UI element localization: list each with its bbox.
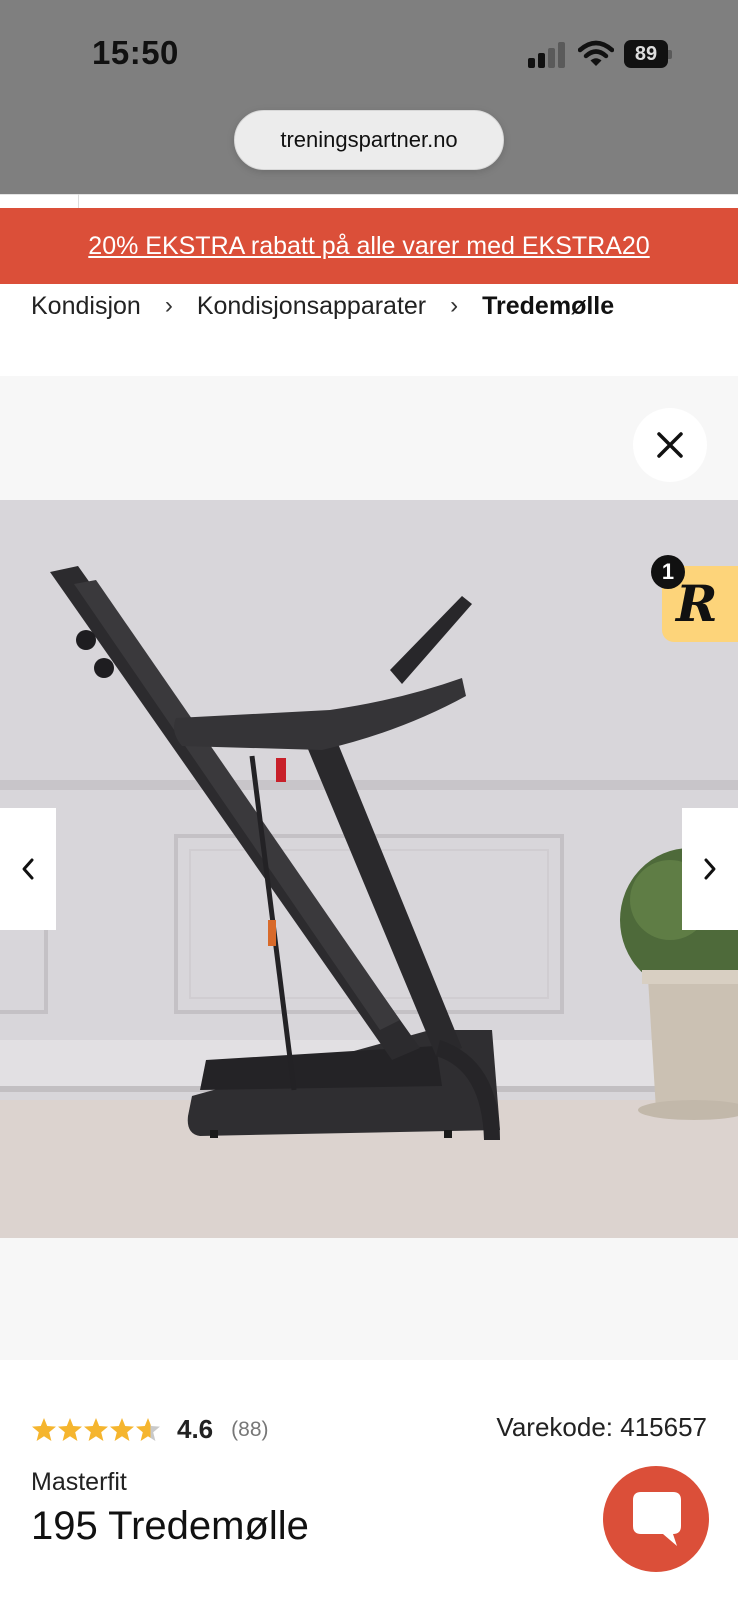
battery-level: 89 xyxy=(624,40,668,68)
chevron-right-icon xyxy=(704,858,716,880)
signal-icon xyxy=(528,42,566,68)
product-sku: Varekode: 415657 xyxy=(496,1412,707,1442)
breadcrumb: Kondisjon › Kondisjonsapparater › Tredem… xyxy=(31,286,614,326)
breadcrumb-separator: › xyxy=(164,292,173,319)
rewards-logo[interactable]: R xyxy=(676,574,718,633)
url-bar[interactable]: treningspartner.no xyxy=(234,110,504,170)
star-icon xyxy=(136,1417,160,1441)
close-icon xyxy=(657,432,683,458)
breadcrumb-current: Tredemølle xyxy=(482,291,615,320)
close-gallery-button[interactable] xyxy=(633,408,707,482)
breadcrumb-item-kondisjonsapparater[interactable]: Kondisjonsapparater xyxy=(197,292,426,321)
review-count[interactable]: (88) xyxy=(231,1418,268,1442)
header-strip xyxy=(0,194,738,208)
star-icon xyxy=(84,1417,108,1441)
star-icon xyxy=(110,1417,134,1441)
rating-stars xyxy=(31,1417,161,1443)
chat-icon xyxy=(633,1492,681,1546)
chat-button[interactable] xyxy=(603,1466,709,1572)
chevron-left-icon xyxy=(22,858,34,880)
product-rating[interactable]: 4.6 (88) xyxy=(31,1414,269,1445)
rewards-badge: 1 xyxy=(651,555,685,589)
product-title: 195 Tredemølle xyxy=(31,1504,309,1548)
star-icon xyxy=(32,1417,56,1441)
gallery-next-button[interactable] xyxy=(682,808,738,930)
gallery-prev-button[interactable] xyxy=(0,808,56,930)
rating-value: 4.6 xyxy=(177,1414,214,1444)
status-time: 15:50 xyxy=(92,34,179,71)
promo-banner[interactable]: 20% EKSTRA rabatt på alle varer med EKST… xyxy=(0,208,738,284)
breadcrumb-separator: › xyxy=(450,292,459,319)
product-image[interactable] xyxy=(0,500,738,1238)
breadcrumb-item-kondisjon[interactable]: Kondisjon xyxy=(31,292,141,321)
battery-icon: 89 xyxy=(624,40,672,68)
wifi-icon xyxy=(577,40,615,68)
product-brand[interactable]: Masterfit xyxy=(31,1468,127,1497)
status-bar: 15:50 89 treningspartner.no xyxy=(0,0,738,194)
header-divider xyxy=(78,194,79,208)
star-icon xyxy=(58,1417,82,1441)
